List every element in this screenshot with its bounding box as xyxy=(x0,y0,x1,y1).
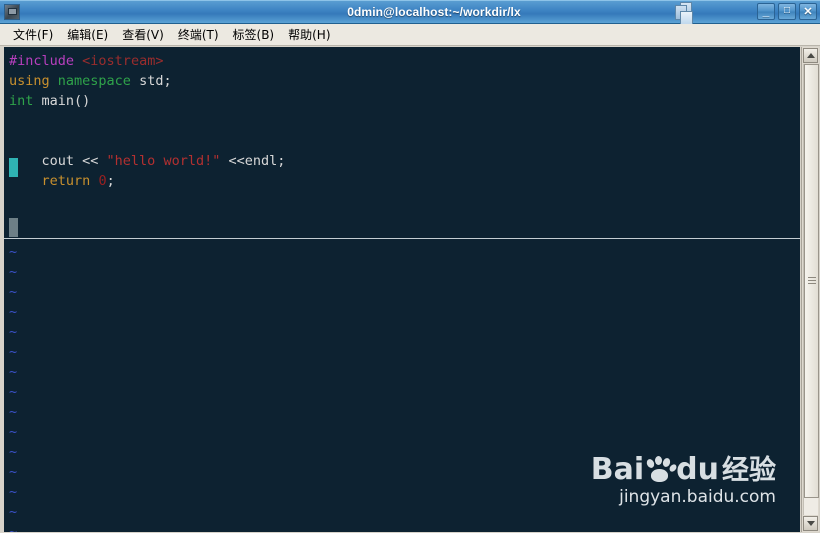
code-line: #include <iostream> xyxy=(9,51,163,71)
vim-tilde-marker: ~ xyxy=(9,304,18,320)
vim-tilde-marker: ~ xyxy=(9,484,18,500)
code-token: <iostream> xyxy=(82,53,164,69)
vim-tilde-marker: ~ xyxy=(9,404,18,420)
window-controls: _ □ ✕ xyxy=(757,3,817,20)
code-token: cout << xyxy=(9,153,107,169)
watermark-url: jingyan.baidu.com xyxy=(619,487,776,507)
title-bar: 0dmin@localhost:~/workdir/lx _ □ ✕ xyxy=(0,0,820,26)
menu-view[interactable]: 查看(V) xyxy=(115,24,171,45)
scroll-up-arrow[interactable] xyxy=(803,48,818,63)
baidu-jingyan-watermark: Bai du 经验 jingyan.baidu.com xyxy=(591,455,776,508)
terminal-screen[interactable]: #include <iostream> using namespace std; i… xyxy=(4,47,800,532)
menu-help[interactable]: 帮助(H) xyxy=(281,24,337,45)
window-title: 0dmin@localhost:~/workdir/lx xyxy=(347,4,521,19)
vim-tilde-marker: ~ xyxy=(9,284,18,300)
vim-tilde-marker: ~ xyxy=(9,384,18,400)
minimize-icon: _ xyxy=(762,4,770,18)
code-token: return xyxy=(41,173,91,189)
scrollbar-track[interactable] xyxy=(803,64,819,515)
code-token: "hello world!" xyxy=(106,153,221,169)
cursor-block-cyan xyxy=(9,158,18,177)
screen-divider xyxy=(4,238,800,239)
code-line: using namespace std; xyxy=(9,71,172,91)
maximize-button[interactable]: □ xyxy=(778,3,796,20)
code-token: #include xyxy=(9,53,75,69)
watermark-brand-left: Bai xyxy=(590,452,645,487)
vim-tilde-marker: ~ xyxy=(9,364,18,380)
code-token: <<endl; xyxy=(220,153,286,169)
vertical-scrollbar[interactable] xyxy=(801,47,819,532)
terminal-icon xyxy=(4,3,20,20)
code-token: std; xyxy=(130,73,172,89)
vim-tilde-marker: ~ xyxy=(9,324,18,340)
menu-edit[interactable]: 编辑(E) xyxy=(60,24,115,45)
code-token: ; xyxy=(106,173,115,189)
watermark-logo: Bai du 经验 xyxy=(591,455,776,485)
watermark-brand-right: du xyxy=(676,452,719,487)
vim-tilde-marker: ~ xyxy=(9,264,18,280)
terminal-frame: #include <iostream> using namespace std; i… xyxy=(0,46,820,533)
menu-bar: 文件(F) 编辑(E) 查看(V) 终端(T) 标签(B) 帮助(H) xyxy=(0,24,820,46)
code-token: int xyxy=(9,93,34,109)
code-token: namespace xyxy=(57,73,131,89)
close-button[interactable]: ✕ xyxy=(799,3,817,20)
menu-tabs[interactable]: 标签(B) xyxy=(226,24,282,45)
vim-tilde-marker: ~ xyxy=(9,344,18,360)
minimize-button[interactable]: _ xyxy=(757,3,775,20)
vim-tilde-marker: ~ xyxy=(9,244,18,260)
watermark-brand-cn: 经验 xyxy=(722,454,776,486)
code-token: main() xyxy=(33,93,91,109)
code-line: int main() xyxy=(9,91,90,111)
terminal-window: 0dmin@localhost:~/workdir/lx _ □ ✕ 文件(F)… xyxy=(0,0,820,533)
code-token: 0 xyxy=(98,173,107,189)
scroll-thumb-grip xyxy=(808,277,816,284)
menu-file[interactable]: 文件(F) xyxy=(6,24,60,45)
scroll-down-arrow[interactable] xyxy=(803,516,818,531)
scroll-thumb[interactable] xyxy=(804,64,819,498)
code-line: cout << "hello world!" <<endl; xyxy=(9,151,286,171)
vim-tilde-marker: ~ xyxy=(9,444,18,460)
close-icon: ✕ xyxy=(803,6,813,18)
maximize-icon: □ xyxy=(783,5,791,16)
cursor-block-grey xyxy=(9,218,18,237)
vim-status-line: "hello.cpp" 7L, 99C 7,1 全部 xyxy=(4,510,800,532)
menu-terminal[interactable]: 终端(T) xyxy=(171,24,226,45)
code-line: return 0; xyxy=(9,171,115,191)
code-token: using xyxy=(9,73,50,89)
vim-tilde-marker: ~ xyxy=(9,424,18,440)
baidu-paw-icon xyxy=(645,456,679,483)
vim-tilde-marker: ~ xyxy=(9,464,18,480)
